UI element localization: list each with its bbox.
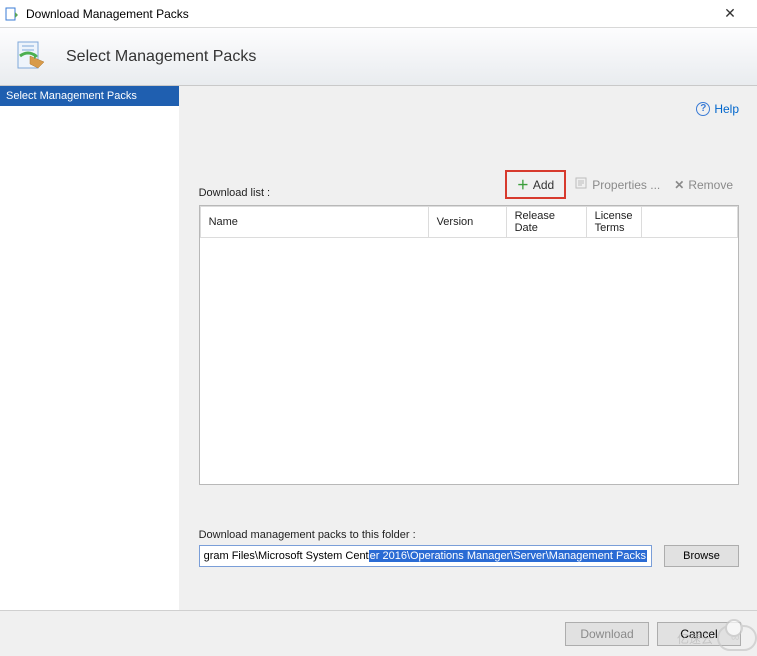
help-icon: ? xyxy=(696,102,710,116)
window-title: Download Management Packs xyxy=(26,7,707,21)
sidebar-step-select-packs[interactable]: Select Management Packs xyxy=(0,86,179,106)
col-license-terms[interactable]: License Terms xyxy=(586,207,641,238)
banner-heading: Select Management Packs xyxy=(66,48,256,66)
x-icon: ✕ xyxy=(674,178,684,192)
destination-path-input[interactable]: gram Files\Microsoft System Center 2016\… xyxy=(199,545,652,567)
add-button[interactable]: ＋ Add xyxy=(505,170,566,199)
title-bar: Download Management Packs ✕ xyxy=(0,0,757,28)
wizard-footer: Download Cancel xyxy=(0,610,757,656)
wizard-banner: Select Management Packs xyxy=(0,28,757,86)
wizard-sidebar: Select Management Packs xyxy=(0,86,179,610)
col-version[interactable]: Version xyxy=(428,207,506,238)
plus-icon: ＋ xyxy=(517,176,529,193)
list-toolbar: ＋ Add Properties ... ✕ Remove xyxy=(505,170,739,199)
col-spare xyxy=(641,207,737,238)
col-release-date[interactable]: Release Date xyxy=(506,207,586,238)
help-label: Help xyxy=(714,102,739,116)
download-button: Download xyxy=(565,622,649,646)
properties-label: Properties ... xyxy=(592,178,660,192)
close-button[interactable]: ✕ xyxy=(707,5,753,22)
properties-icon xyxy=(574,176,588,193)
remove-label: Remove xyxy=(688,178,733,192)
path-prefix: gram Files\Microsoft System Cent xyxy=(204,550,369,562)
table-header-row: Name Version Release Date License Terms xyxy=(200,207,737,238)
banner-icon xyxy=(14,38,52,76)
app-icon xyxy=(4,6,20,22)
add-label: Add xyxy=(533,178,554,192)
help-link[interactable]: ? Help xyxy=(696,102,739,116)
main-content: ? Help Download list : ＋ Add Properties … xyxy=(179,86,757,610)
remove-button: ✕ Remove xyxy=(668,176,739,194)
download-list-table[interactable]: Name Version Release Date License Terms xyxy=(199,205,739,485)
download-list-label: Download list : xyxy=(199,187,271,199)
path-selected: er 2016\Operations Manager\Server\Manage… xyxy=(369,550,647,562)
destination-label: Download management packs to this folder… xyxy=(199,529,739,541)
cancel-button[interactable]: Cancel xyxy=(657,622,741,646)
browse-button[interactable]: Browse xyxy=(664,545,739,567)
properties-button: Properties ... xyxy=(568,174,666,195)
col-name[interactable]: Name xyxy=(200,207,428,238)
